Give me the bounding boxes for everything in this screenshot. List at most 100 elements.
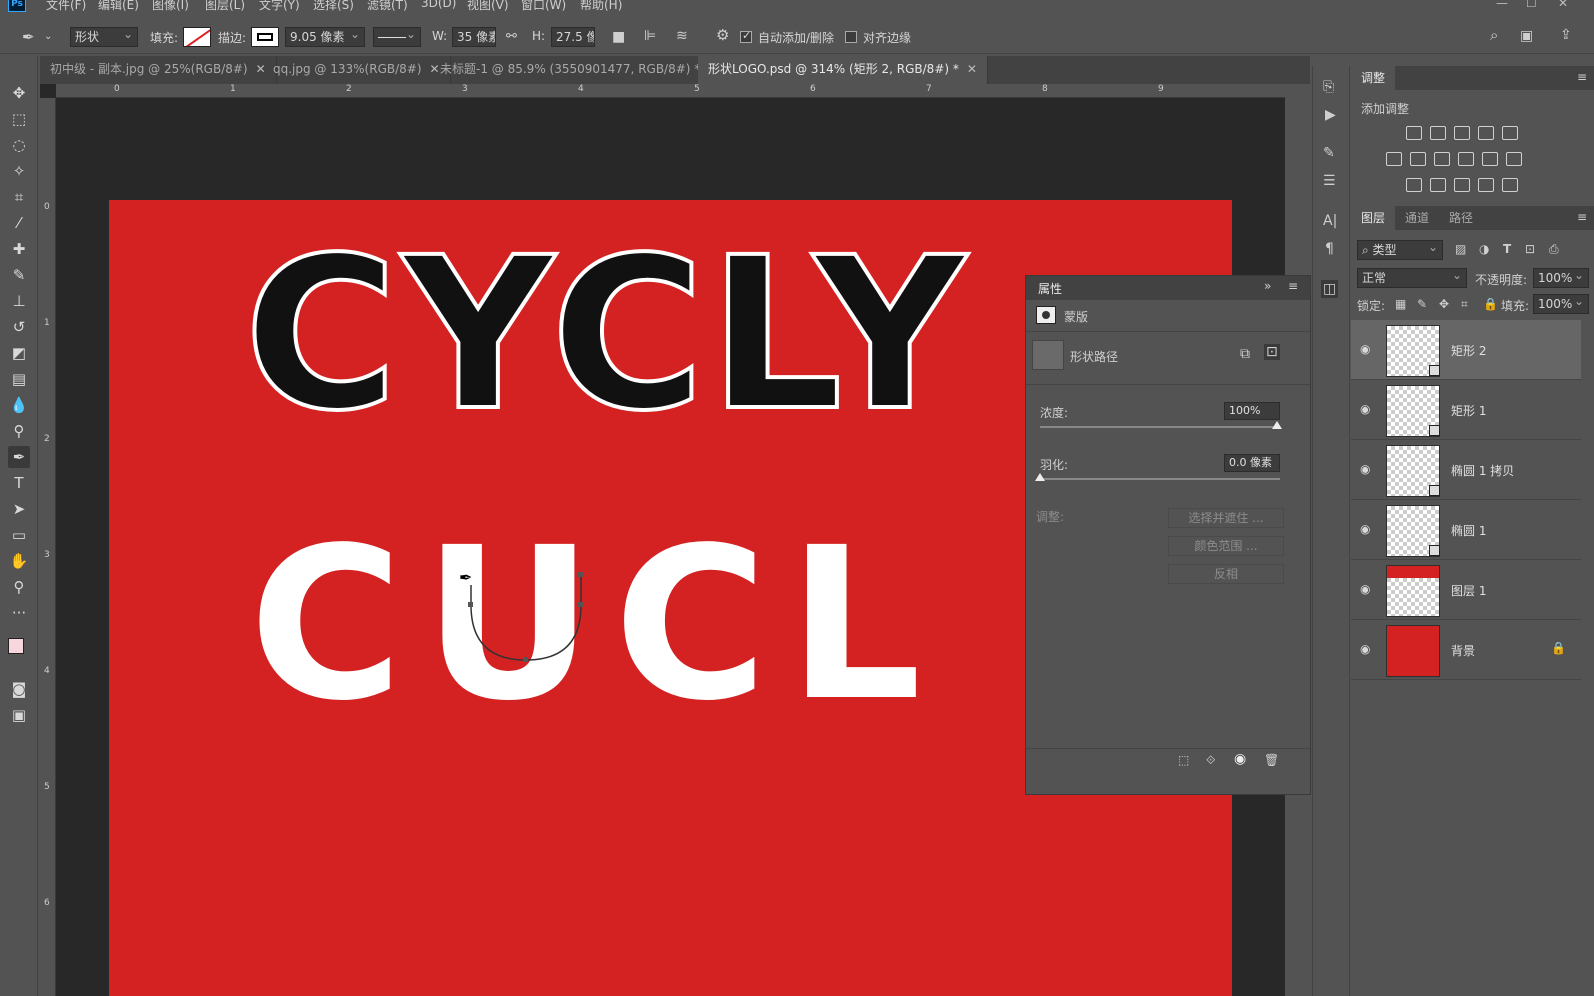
properties-icon[interactable]: ◫: [1321, 280, 1339, 298]
levels-icon[interactable]: [1430, 126, 1446, 140]
brush-settings-icon[interactable]: ✎: [1323, 146, 1335, 160]
close-icon[interactable]: ✕: [967, 62, 977, 76]
load-selection-icon[interactable]: ⬚: [1178, 753, 1189, 767]
healing-brush-tool-icon[interactable]: ✚: [8, 238, 30, 260]
path-arrangement-icon[interactable]: ≋: [676, 29, 688, 43]
filter-pixel-icon[interactable]: ▨: [1455, 242, 1466, 256]
path-selection-tool-icon[interactable]: ➤: [8, 498, 30, 520]
eye-icon[interactable]: ◉: [1360, 402, 1370, 416]
tab-document-2[interactable]: qq.jpg @ 133%(RGB/8#) ✕: [263, 56, 451, 84]
screen-mode-icon[interactable]: ▣: [8, 704, 30, 726]
feather-slider[interactable]: [1040, 478, 1280, 480]
gradient-map-icon[interactable]: [1502, 178, 1518, 192]
paragraph-icon[interactable]: ¶: [1325, 242, 1334, 256]
lock-transparent-icon[interactable]: ▦: [1395, 297, 1406, 311]
channel-mixer-icon[interactable]: [1482, 152, 1498, 166]
fill-swatch[interactable]: [183, 27, 211, 47]
workspace-icon[interactable]: ▣: [1520, 29, 1533, 43]
stroke-swatch[interactable]: [251, 27, 279, 47]
layer-row[interactable]: ◉ 矩形 2: [1351, 320, 1581, 380]
rectangle-tool-icon[interactable]: ▭: [8, 524, 30, 546]
tab-document-active[interactable]: 形状LOGO.psd @ 314% (矩形 2, RGB/8#) * ✕: [698, 56, 988, 84]
lock-all-icon[interactable]: 🔒: [1483, 297, 1498, 311]
eye-icon[interactable]: ◉: [1360, 642, 1370, 656]
width-field[interactable]: 35 像素: [452, 27, 496, 47]
move-tool-icon[interactable]: ✥: [8, 82, 30, 104]
menu-layer[interactable]: 图层(L): [205, 0, 245, 13]
history-brush-tool-icon[interactable]: ↺: [8, 316, 30, 338]
layer-row[interactable]: ◉ 背景 🔒: [1351, 620, 1581, 680]
density-field[interactable]: 100%: [1224, 402, 1280, 420]
layer-row[interactable]: ◉ 椭圆 1 拷贝: [1351, 440, 1581, 500]
gradient-tool-icon[interactable]: ▤: [8, 368, 30, 390]
path-operations-icon[interactable]: ■: [612, 30, 625, 44]
share-icon[interactable]: ⇪: [1560, 28, 1572, 42]
blend-mode-select[interactable]: 正常: [1357, 268, 1467, 288]
zoom-tool-icon[interactable]: ⚲: [8, 576, 30, 598]
add-pixel-mask-icon[interactable]: ⧉: [1240, 346, 1250, 362]
close-window-icon[interactable]: ✕: [1558, 0, 1568, 10]
brush-tool-icon[interactable]: ✎: [8, 264, 30, 286]
menu-window[interactable]: 窗口(W): [521, 0, 566, 13]
marquee-tool-icon[interactable]: ⬚: [8, 108, 30, 130]
link-icon[interactable]: ⚯: [506, 30, 517, 43]
tab-adjustments[interactable]: 调整: [1351, 66, 1396, 90]
menu-image[interactable]: 图像(I): [152, 0, 189, 13]
apply-mask-icon[interactable]: ⟐: [1206, 753, 1215, 768]
density-slider[interactable]: [1040, 426, 1280, 428]
layer-filter-select[interactable]: ⌕ 类型: [1357, 240, 1443, 260]
layer-row[interactable]: ◉ 椭圆 1: [1351, 500, 1581, 560]
menu-3d[interactable]: 3D(D): [421, 0, 456, 10]
eye-icon[interactable]: ◉: [1360, 462, 1370, 476]
maximize-icon[interactable]: ☐: [1526, 0, 1537, 10]
actions-play-icon[interactable]: ▶: [1325, 108, 1336, 122]
curves-icon[interactable]: [1454, 126, 1470, 140]
add-vector-mask-icon[interactable]: ⊡: [1264, 344, 1280, 360]
brightness-icon[interactable]: [1406, 126, 1422, 140]
height-field[interactable]: 27.5 像素: [551, 27, 595, 47]
blur-tool-icon[interactable]: 💧: [8, 394, 30, 416]
chevron-down-icon[interactable]: ⌄: [44, 32, 52, 42]
filter-type-icon[interactable]: T: [1503, 242, 1511, 256]
filter-adjustment-icon[interactable]: ◑: [1479, 242, 1489, 256]
lock-position-icon[interactable]: ✥: [1439, 297, 1449, 311]
clone-stamp-tool-icon[interactable]: ⊥: [8, 290, 30, 312]
stroke-width-field[interactable]: 9.05 像素: [285, 27, 365, 47]
feather-slider-thumb[interactable]: [1035, 473, 1045, 481]
threshold-icon[interactable]: [1454, 178, 1470, 192]
character-icon[interactable]: A|: [1323, 214, 1337, 228]
color-balance-icon[interactable]: [1410, 152, 1426, 166]
history-icon[interactable]: ⎘: [1323, 80, 1334, 94]
tool-mode-select[interactable]: 形状: [70, 27, 138, 47]
menu-file[interactable]: 文件(F): [46, 0, 86, 13]
gear-icon[interactable]: ⚙: [716, 28, 729, 43]
color-range-button[interactable]: 颜色范围 ...: [1168, 536, 1284, 556]
pen-tool-preset-icon[interactable]: ✒: [22, 30, 35, 45]
magic-wand-tool-icon[interactable]: ✧: [8, 160, 30, 182]
vector-mask-thumbnail[interactable]: [1032, 340, 1064, 370]
stroke-type-select[interactable]: [373, 27, 421, 47]
menu-view[interactable]: 视图(V): [467, 0, 509, 13]
eye-icon[interactable]: ◉: [1360, 582, 1370, 596]
selective-color-icon[interactable]: [1478, 178, 1494, 192]
eye-icon[interactable]: ◉: [1360, 522, 1370, 536]
opacity-field[interactable]: 100%: [1533, 268, 1589, 288]
vibrance-icon[interactable]: [1502, 126, 1518, 140]
photo-filter-icon[interactable]: [1458, 152, 1474, 166]
eye-icon[interactable]: ◉: [1360, 342, 1370, 356]
filter-smart-object-icon[interactable]: ⎙: [1549, 242, 1559, 257]
black-white-icon[interactable]: [1434, 152, 1450, 166]
path-alignment-icon[interactable]: ⊫: [644, 29, 656, 43]
foreground-color-swatch[interactable]: [8, 638, 24, 654]
exposure-icon[interactable]: [1478, 126, 1494, 140]
lock-image-icon[interactable]: ✎: [1417, 297, 1427, 311]
menu-help[interactable]: 帮助(H): [580, 0, 622, 13]
eyedropper-tool-icon[interactable]: ⁄: [8, 212, 30, 234]
hand-tool-icon[interactable]: ✋: [8, 550, 30, 572]
quick-mask-icon[interactable]: ◙: [8, 678, 30, 700]
feather-field[interactable]: 0.0 像素: [1224, 454, 1280, 472]
posterize-icon[interactable]: [1430, 178, 1446, 192]
fill-field[interactable]: 100%: [1533, 294, 1589, 314]
align-edges-checkbox[interactable]: [845, 31, 857, 43]
invert-icon[interactable]: [1406, 178, 1422, 192]
